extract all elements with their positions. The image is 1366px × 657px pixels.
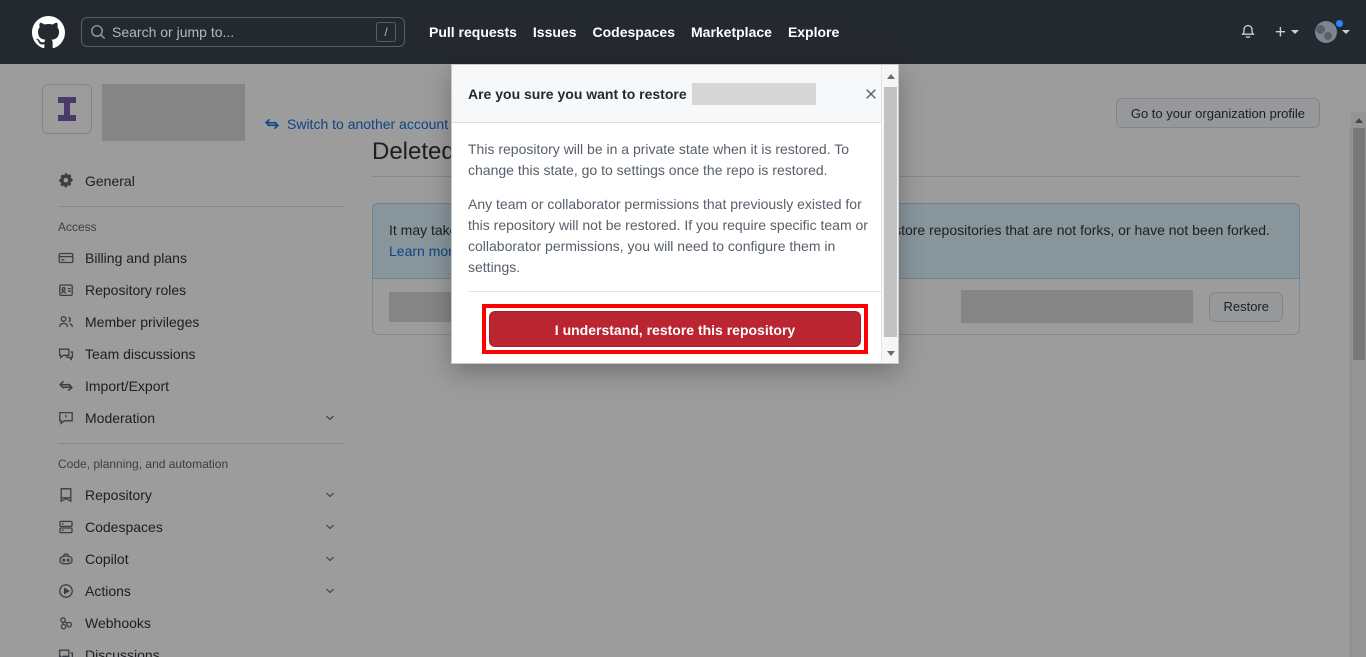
account-menu-button[interactable] xyxy=(1315,19,1350,43)
create-new-button[interactable]: + xyxy=(1275,23,1299,42)
plus-icon: + xyxy=(1274,21,1286,43)
restore-repository-dialog: Are you sure you want to restore This re… xyxy=(451,64,899,364)
dialog-divider xyxy=(468,290,882,292)
global-header: Search or jump to... / Pull requests Iss… xyxy=(0,0,1366,64)
github-mark-icon[interactable] xyxy=(32,15,65,49)
app-root: Search or jump to... / Pull requests Iss… xyxy=(0,0,1366,657)
bell-icon[interactable] xyxy=(1233,17,1263,47)
nav-explore[interactable]: Explore xyxy=(788,24,839,40)
dialog-scroll-up-arrow-icon[interactable] xyxy=(882,68,898,85)
chevron-down-icon xyxy=(1291,30,1299,34)
dialog-paragraph-1: This repository will be in a private sta… xyxy=(468,141,850,179)
close-icon[interactable] xyxy=(860,83,882,105)
confirm-button-highlight: I understand, restore this repository xyxy=(482,303,868,354)
dialog-title-redacted-repo-name xyxy=(691,82,816,105)
search-input[interactable]: Search or jump to... / xyxy=(81,17,405,47)
nav-marketplace[interactable]: Marketplace xyxy=(691,24,772,40)
dialog-header: Are you sure you want to restore xyxy=(452,65,898,123)
header-nav: Pull requests Issues Codespaces Marketpl… xyxy=(429,24,855,40)
search-shortcut-key: / xyxy=(376,22,396,42)
dialog-scrollbar-thumb[interactable] xyxy=(884,87,897,337)
dialog-paragraph-2: Any team or collaborator permissions tha… xyxy=(468,195,868,276)
confirm-restore-button[interactable]: I understand, restore this repository xyxy=(489,310,861,347)
unread-dot-icon xyxy=(1335,19,1344,28)
search-placeholder-text: Search or jump to... xyxy=(112,24,235,40)
avatar xyxy=(1315,21,1337,43)
dialog-title: Are you sure you want to restore xyxy=(468,85,687,102)
nav-issues[interactable]: Issues xyxy=(533,24,577,40)
search-icon xyxy=(90,24,106,40)
nav-codespaces[interactable]: Codespaces xyxy=(593,24,675,40)
nav-pull-requests[interactable]: Pull requests xyxy=(429,24,517,40)
dialog-scroll-down-arrow-icon[interactable] xyxy=(882,345,898,362)
dialog-scrollbar[interactable] xyxy=(881,65,898,363)
chevron-down-icon xyxy=(1342,30,1350,34)
dialog-body: This repository will be in a private sta… xyxy=(452,123,898,363)
header-actions: + xyxy=(1233,17,1350,47)
